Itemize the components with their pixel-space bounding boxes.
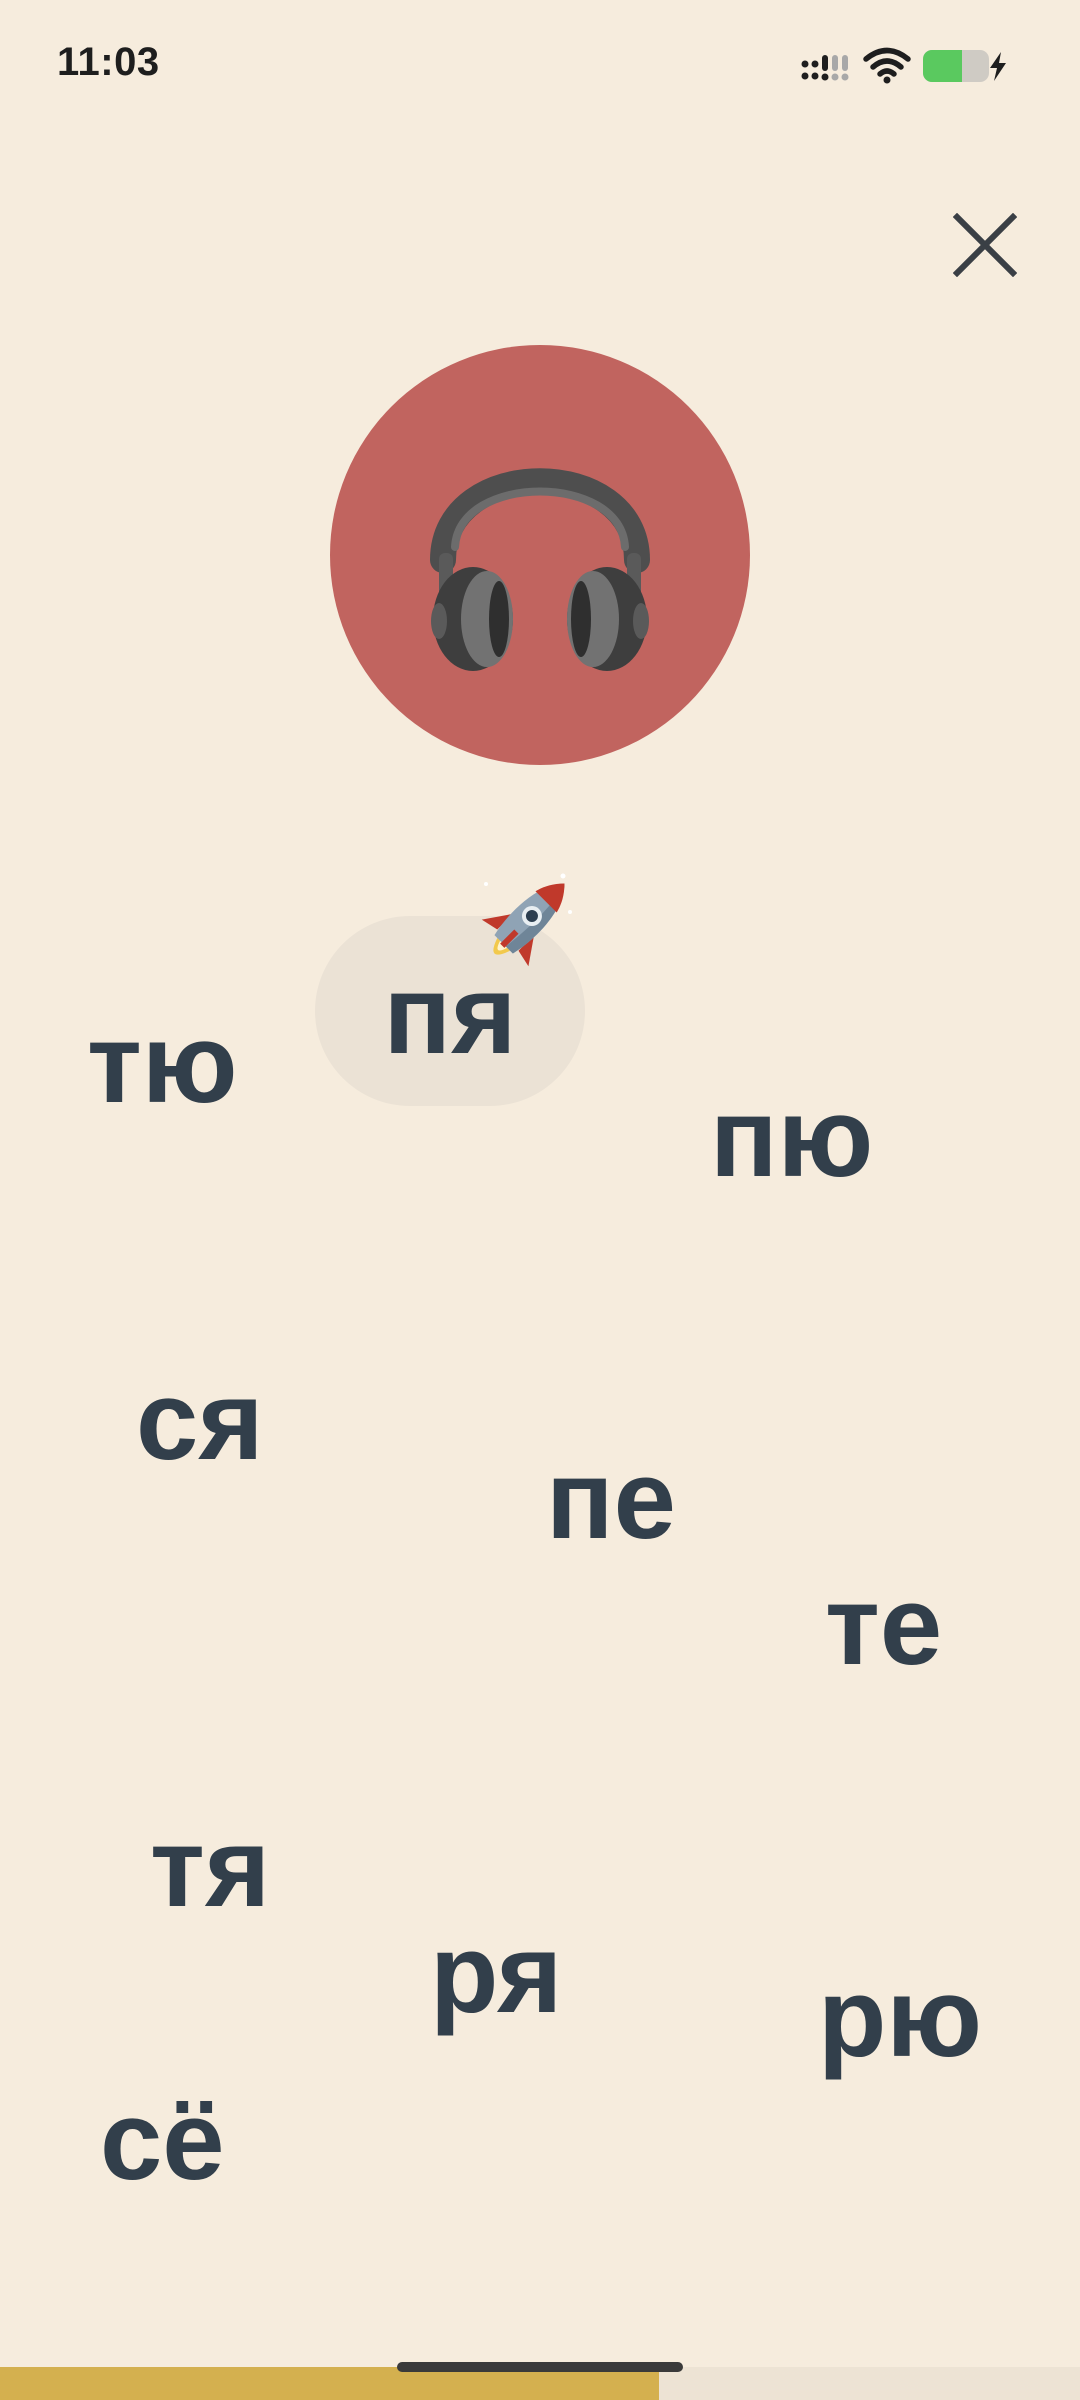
syllable-option[interactable]: ся: [136, 1365, 264, 1477]
wifi-icon: [863, 47, 911, 84]
status-bar: 11:03: [0, 0, 1080, 130]
syllable-option[interactable]: тю: [87, 1008, 238, 1120]
play-audio-button[interactable]: [330, 345, 750, 765]
home-indicator[interactable]: [397, 2362, 683, 2372]
syllable-option[interactable]: ря: [430, 1918, 562, 2030]
status-time: 11:03: [57, 40, 160, 84]
close-button[interactable]: [945, 205, 1025, 285]
battery-charging-icon: [923, 50, 1006, 82]
syllable-option[interactable]: пю: [710, 1082, 873, 1194]
syllable-option[interactable]: тя: [150, 1812, 270, 1924]
syllable-option[interactable]: те: [825, 1570, 942, 1682]
headphones-icon: [430, 468, 650, 671]
signal-icon: [801, 55, 849, 81]
syllable-option[interactable]: рю: [818, 1962, 982, 2074]
rocket-icon: [481, 873, 572, 967]
close-icon: [953, 213, 1017, 277]
syllable-option[interactable]: пе: [546, 1444, 676, 1556]
syllable-option[interactable]: сё: [100, 2085, 225, 2197]
